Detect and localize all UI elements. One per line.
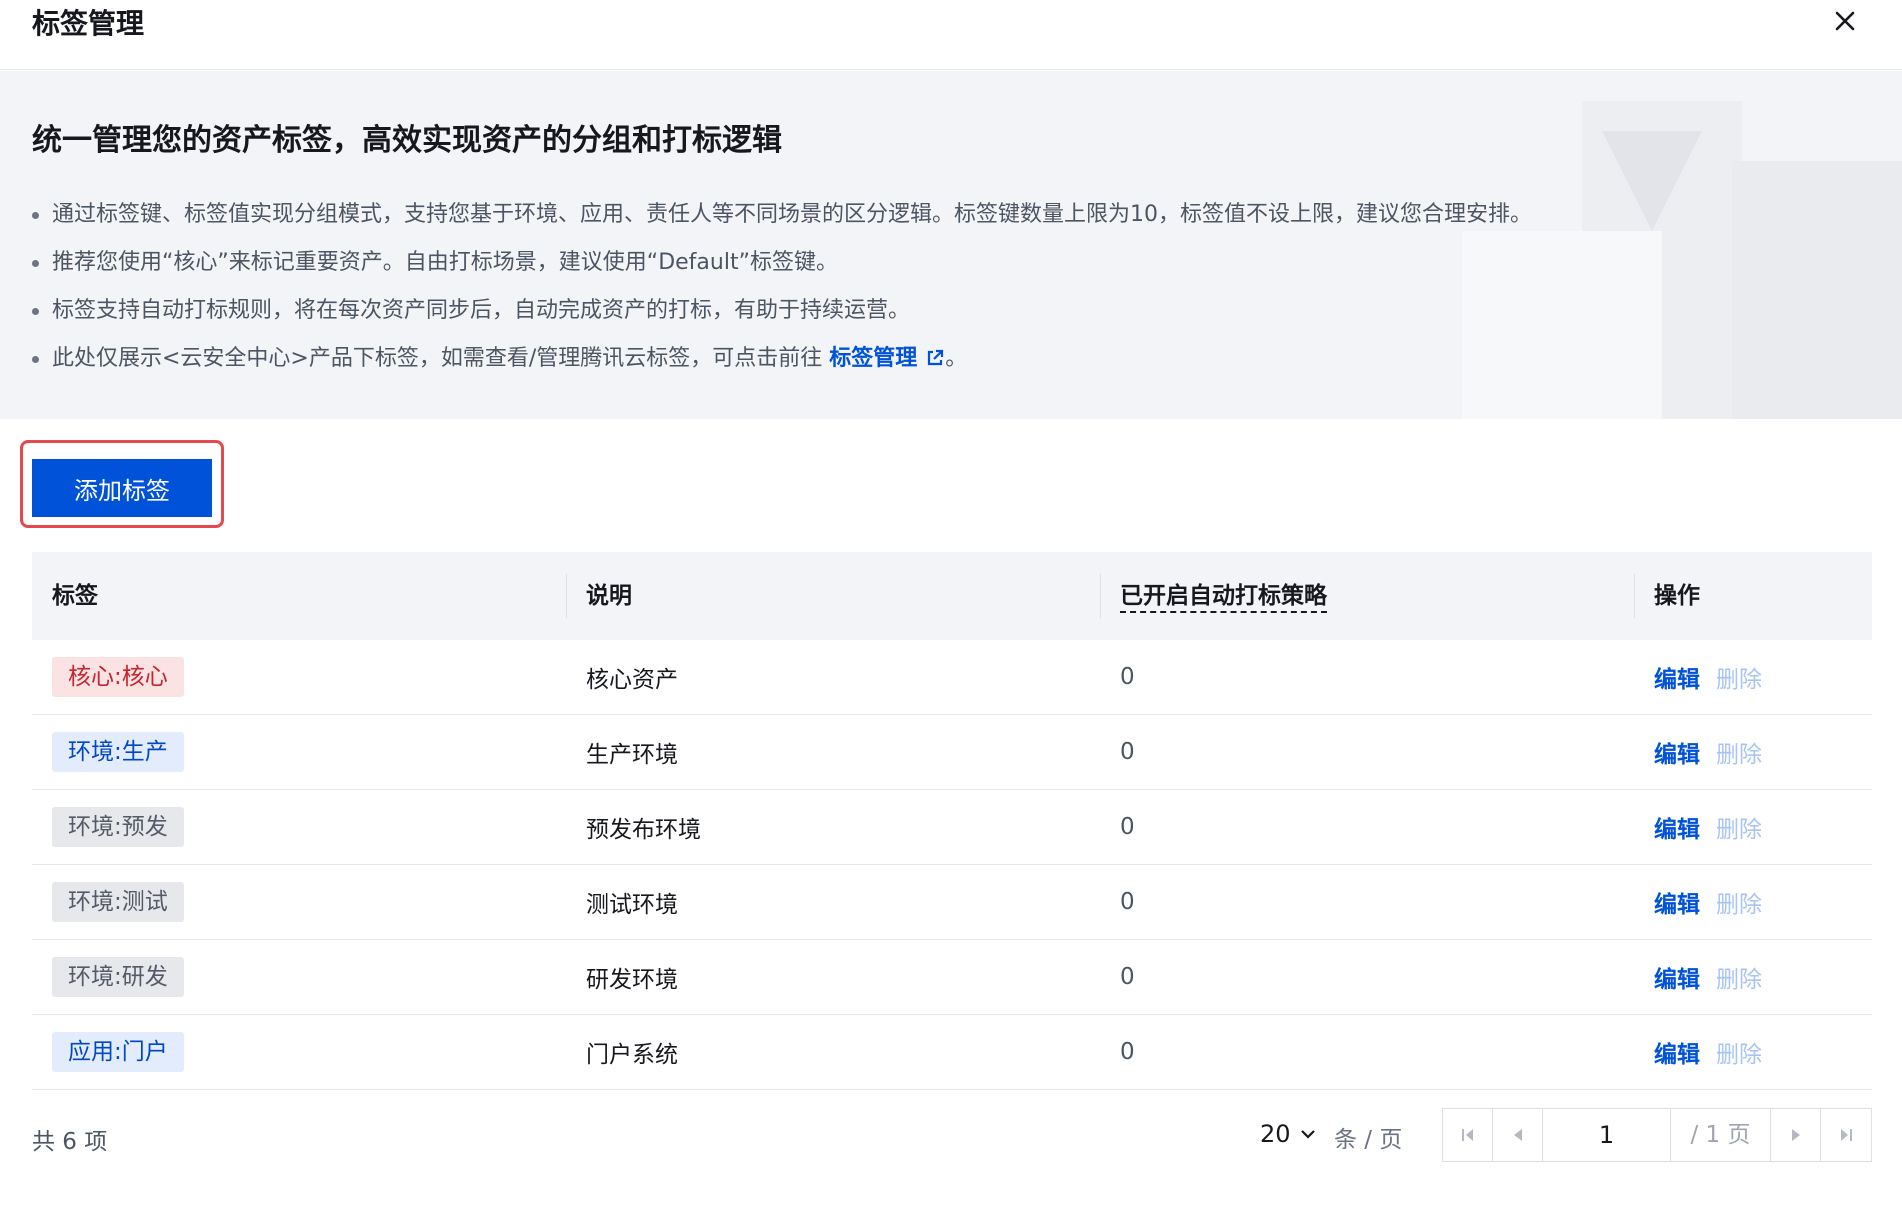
policy-count-cell: 0 [1120, 814, 1135, 840]
delete-button[interactable]: 删除 [1716, 967, 1762, 993]
description-cell: 预发布环境 [586, 817, 701, 843]
policy-count-cell: 0 [1120, 739, 1135, 765]
description-cell: 生产环境 [586, 742, 678, 768]
edit-button[interactable]: 编辑 [1654, 667, 1700, 693]
description-cell: 测试环境 [586, 892, 678, 918]
tag-management-link[interactable]: 标签管理 [829, 346, 945, 371]
policy-count-cell: 0 [1120, 889, 1135, 915]
delete-button[interactable]: 删除 [1716, 742, 1762, 768]
banner-bullet: 标签支持自动打标规则，将在每次资产同步后，自动完成资产的打标，有助于持续运营。 [32, 287, 1532, 335]
policy-count-cell: 0 [1120, 964, 1135, 990]
delete-button[interactable]: 删除 [1716, 817, 1762, 843]
close-icon[interactable] [1828, 4, 1862, 38]
edit-button[interactable]: 编辑 [1654, 967, 1700, 993]
tag-badge: 核心:核心 [52, 657, 184, 697]
next-page-button[interactable] [1771, 1109, 1821, 1161]
intro-banner: 统一管理您的资产标签，高效实现资产的分组和打标逻辑 通过标签键、标签值实现分组模… [0, 71, 1902, 419]
previous-page-button[interactable] [1493, 1109, 1543, 1161]
banner-bullet: 此处仅展示<云安全中心>产品下标签，如需查看/管理腾讯云标签，可点击前往 标签管… [32, 335, 1532, 383]
banner-bullet-suffix: 。 [945, 346, 968, 371]
page-size-select[interactable]: 20 [1260, 1120, 1317, 1148]
tag-badge: 环境:研发 [52, 957, 184, 997]
banner-bullet: 推荐您使用“核心”来标记重要资产。自由打标场景，建议使用“Default”标签键… [32, 239, 1532, 287]
last-page-icon[interactable] [1837, 1126, 1855, 1144]
table-footer: 共 6 项 20 条 / 页 / 1 页 [32, 1108, 1872, 1164]
banner-heading: 统一管理您的资产标签，高效实现资产的分组和打标逻辑 [32, 123, 782, 158]
delete-button[interactable]: 删除 [1716, 892, 1762, 918]
tag-badge: 环境:测试 [52, 882, 184, 922]
description-cell: 门户系统 [586, 1042, 678, 1068]
tag-management-link-label[interactable]: 标签管理 [829, 346, 917, 371]
total-count: 共 6 项 [32, 1129, 108, 1155]
pagination-control: / 1 页 [1442, 1108, 1872, 1162]
edit-button[interactable]: 编辑 [1654, 892, 1700, 918]
delete-button[interactable]: 删除 [1716, 667, 1762, 693]
dialog-header: 标签管理 [0, 0, 1902, 70]
page-number-input[interactable] [1543, 1109, 1671, 1161]
policy-count-cell: 0 [1120, 1039, 1135, 1065]
edit-button[interactable]: 编辑 [1654, 1042, 1700, 1068]
edit-button[interactable]: 编辑 [1654, 742, 1700, 768]
per-page-label: 条 / 页 [1334, 1127, 1403, 1153]
column-header-actions: 操作 [1634, 552, 1872, 640]
total-pages-label: / 1 页 [1671, 1109, 1771, 1161]
page-size-value[interactable]: 20 [1260, 1120, 1291, 1148]
first-page-button[interactable] [1443, 1109, 1493, 1161]
dialog-title: 标签管理 [32, 7, 145, 40]
last-page-button[interactable] [1821, 1109, 1871, 1161]
table-row: 环境:测试 测试环境 0 编辑 删除 [32, 865, 1872, 940]
table-row: 环境:研发 研发环境 0 编辑 删除 [32, 940, 1872, 1015]
policy-count-cell: 0 [1120, 664, 1135, 690]
banner-bullet-list: 通过标签键、标签值实现分组模式，支持您基于环境、应用、责任人等不同场景的区分逻辑… [32, 191, 1532, 383]
table-row: 环境:生产 生产环境 0 编辑 删除 [32, 715, 1872, 790]
first-page-icon[interactable] [1459, 1126, 1477, 1144]
add-tag-button[interactable]: 添加标签 [32, 459, 212, 517]
column-header-description: 说明 [566, 552, 1100, 640]
column-header-tag: 标签 [52, 583, 98, 609]
tag-table: 标签 说明 已开启自动打标策略 操作 核心:核心 核心资产 0 编辑 删除 环境:… [32, 552, 1872, 1090]
external-link-icon[interactable] [925, 348, 945, 368]
auto-tag-policy-tooltip-label[interactable]: 已开启自动打标策略 [1120, 581, 1327, 613]
table-row: 核心:核心 核心资产 0 编辑 删除 [32, 640, 1872, 715]
banner-bullet-text: 此处仅展示<云安全中心>产品下标签，如需查看/管理腾讯云标签，可点击前往 [52, 346, 830, 371]
column-header-auto-tag-policy[interactable]: 已开启自动打标策略 [1100, 552, 1634, 640]
tag-badge: 环境:预发 [52, 807, 184, 847]
tag-badge: 应用:门户 [52, 1032, 184, 1072]
table-header: 标签 说明 已开启自动打标策略 操作 [32, 552, 1872, 640]
table-row: 应用:门户 门户系统 0 编辑 删除 [32, 1015, 1872, 1090]
table-row: 环境:预发 预发布环境 0 编辑 删除 [32, 790, 1872, 865]
delete-button[interactable]: 删除 [1716, 1042, 1762, 1068]
edit-button[interactable]: 编辑 [1654, 817, 1700, 843]
chevron-down-icon[interactable] [1299, 1125, 1317, 1143]
next-page-icon[interactable] [1787, 1126, 1805, 1144]
tag-badge: 环境:生产 [52, 732, 184, 772]
description-cell: 核心资产 [586, 667, 678, 693]
previous-page-icon[interactable] [1509, 1126, 1527, 1144]
description-cell: 研发环境 [586, 967, 678, 993]
banner-bullet: 通过标签键、标签值实现分组模式，支持您基于环境、应用、责任人等不同场景的区分逻辑… [32, 191, 1532, 239]
